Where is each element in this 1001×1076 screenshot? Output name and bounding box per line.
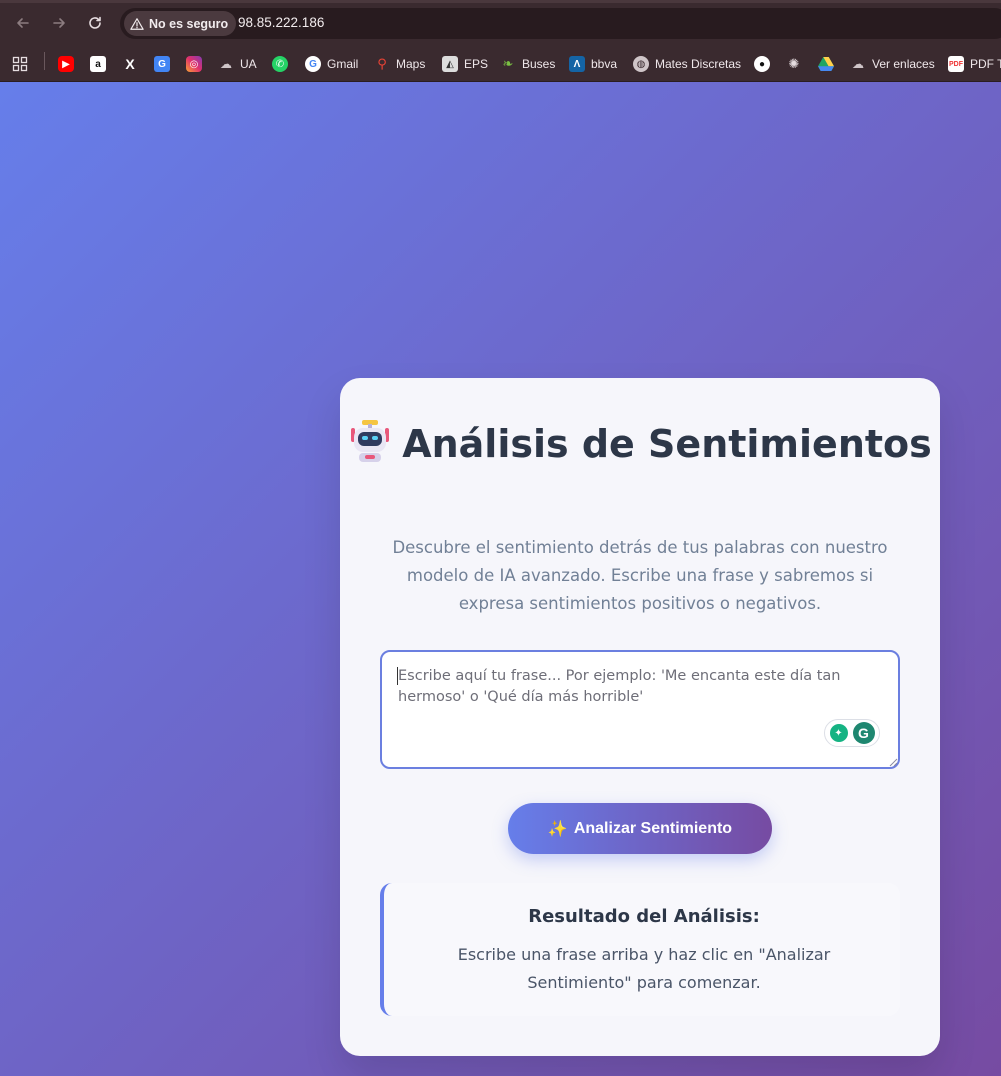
robot-icon <box>351 420 390 462</box>
bookmarks-divider <box>44 52 45 70</box>
bookmark-pdf[interactable]: PDF PDF T <box>948 53 1001 75</box>
bookmark-gmail[interactable]: G Gmail <box>305 53 358 75</box>
bookmark-x[interactable]: X <box>122 53 138 75</box>
sentiment-card: Análisis de Sentimientos Descubre el sen… <box>340 378 940 1056</box>
bookmark-ver-enlaces[interactable]: ☁ Ver enlaces <box>850 53 935 75</box>
bookmark-youtube[interactable]: ▶ <box>58 53 74 75</box>
translate-icon: G <box>154 56 170 72</box>
reload-button[interactable] <box>84 12 106 34</box>
grammarly-icon[interactable]: G <box>852 722 875 744</box>
analyze-button[interactable]: ✨ Analizar Sentimiento <box>508 803 772 854</box>
bookmark-label: bbva <box>591 57 618 71</box>
bbva-icon: Λ <box>569 56 585 72</box>
bookmark-label: Maps <box>396 57 426 71</box>
bookmark-maps[interactable]: ⚲ Maps <box>374 53 425 75</box>
bookmark-eps[interactable]: ◭ EPS <box>442 53 488 75</box>
bookmarks-bar: ▶ a X G ◎ ☁ UA ✆ G Gmail ⚲ Maps ◭ EPS ❧ Buses… <box>0 46 1001 82</box>
back-button[interactable] <box>12 12 34 34</box>
drive-icon <box>818 56 834 72</box>
instagram-icon: ◎ <box>186 56 202 72</box>
apps-grid-icon <box>12 56 28 72</box>
apps-button[interactable] <box>12 53 28 75</box>
bookmark-bbva[interactable]: Λbbva <box>569 53 617 75</box>
youtube-icon: ▶ <box>58 56 74 72</box>
page-subtitle: Descubre el sentimiento detrás de tus pa… <box>392 538 888 613</box>
amazon-icon: a <box>90 56 106 72</box>
openai-icon: ✺ <box>788 56 800 71</box>
page-title-text: Análisis de Sentimientos <box>402 422 932 466</box>
whatsapp-icon: ✆ <box>272 56 288 72</box>
result-text: Escribe una frase arriba y haz clic en "… <box>457 945 831 992</box>
result-panel: Resultado del Análisis: Escribe una fras… <box>380 883 900 1016</box>
bookmark-mates[interactable]: ◍ Mates Discretas <box>633 53 741 75</box>
globe-icon: ◍ <box>633 56 649 72</box>
analyze-button-label: Analizar Sentimiento <box>573 819 733 837</box>
tab-strip-edge <box>0 0 1001 3</box>
page-title: Análisis de Sentimientos <box>340 418 940 471</box>
bookmark-label: Ver enlaces <box>872 57 935 71</box>
bookmark-buses[interactable]: ❧ Buses <box>500 53 556 75</box>
arrow-right-icon <box>53 18 65 28</box>
result-title: Resultado del Análisis: <box>528 906 760 927</box>
bookmark-label: UA <box>240 57 257 71</box>
cloud-icon: ☁ <box>852 57 864 71</box>
bookmark-instagram[interactable]: ◎ <box>186 53 202 75</box>
security-indicator[interactable]: No es seguro <box>124 11 237 36</box>
leaf-icon: ❧ <box>502 56 514 71</box>
bookmark-label: Mates Discretas <box>655 57 742 71</box>
eps-icon: ◭ <box>442 56 458 72</box>
resize-handle-icon[interactable] <box>888 757 898 767</box>
arrow-left-icon <box>17 18 29 28</box>
lightbulb-icon[interactable]: ✦ <box>829 724 848 742</box>
forward-button[interactable] <box>48 12 70 34</box>
bookmark-whatsapp[interactable]: ✆ <box>272 53 288 75</box>
bookmark-chatgpt[interactable]: ✺ <box>786 53 802 75</box>
pdf-icon: PDF <box>948 56 964 72</box>
maps-icon: ⚲ <box>377 56 387 71</box>
warning-icon <box>130 17 144 30</box>
github-icon: ● <box>754 56 770 72</box>
bookmark-label: Gmail <box>327 57 359 71</box>
bookmark-ua[interactable]: ☁ UA <box>218 53 257 75</box>
security-label: No es seguro <box>149 16 229 31</box>
url-text[interactable]: 98.85.222.186 <box>238 15 324 30</box>
bookmark-label: PDF T <box>970 57 1001 71</box>
bookmark-github[interactable]: ● <box>754 53 770 75</box>
browser-toolbar: No es seguro 98.85.222.186 <box>0 0 1001 46</box>
x-icon: X <box>125 56 135 72</box>
cloud-icon: ☁ <box>220 57 232 71</box>
sentence-input[interactable] <box>380 650 900 769</box>
grammarly-widget[interactable]: ✦ G <box>824 719 880 747</box>
bookmark-label: Buses <box>522 57 556 71</box>
bookmark-translate[interactable]: G <box>154 53 170 75</box>
bookmark-amazon[interactable]: a <box>90 53 106 75</box>
sparkles-icon: ✨ <box>547 820 568 838</box>
page-viewport: Análisis de Sentimientos Descubre el sen… <box>0 82 1001 1076</box>
reload-icon <box>89 16 101 29</box>
text-caret <box>397 667 398 685</box>
bookmark-label: EPS <box>464 57 489 71</box>
bookmark-drive[interactable] <box>818 53 834 75</box>
google-icon: G <box>305 56 321 72</box>
